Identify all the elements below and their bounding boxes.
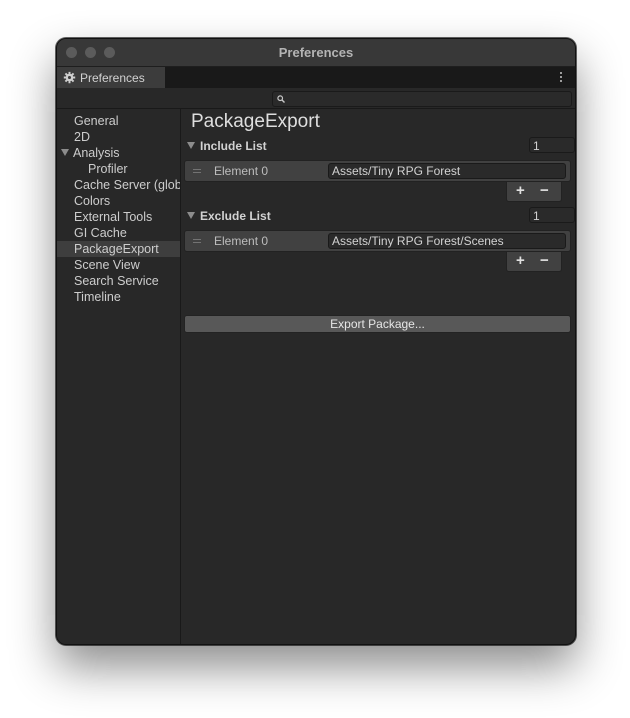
search-icon: [277, 95, 285, 103]
element-label: Element 0: [214, 234, 269, 248]
more-options-icon[interactable]: [559, 70, 563, 84]
sidebar-item-label: Analysis: [73, 146, 120, 160]
sidebar-item-analysis[interactable]: Analysis: [57, 145, 180, 161]
export-package-button[interactable]: Export Package...: [184, 315, 571, 333]
foldout-arrow-icon[interactable]: [187, 142, 195, 149]
sidebar-item-scene-view[interactable]: Scene View: [57, 257, 180, 273]
drag-handle-icon[interactable]: [193, 239, 201, 245]
search-input[interactable]: [272, 91, 572, 107]
tab-bar: Preferences: [57, 67, 575, 88]
tab-label: Preferences: [80, 70, 145, 85]
include-list-header[interactable]: Include List 1: [187, 137, 575, 154]
drag-handle-icon[interactable]: [193, 169, 201, 175]
expand-arrow-icon[interactable]: [61, 149, 69, 156]
remove-element-button[interactable]: −: [540, 252, 549, 269]
sidebar-item-profiler[interactable]: Profiler: [57, 161, 180, 177]
element-label: Element 0: [214, 164, 269, 178]
sidebar-item-general[interactable]: General: [57, 113, 180, 129]
add-element-button[interactable]: +: [516, 252, 525, 269]
sidebar-item-timeline[interactable]: Timeline: [57, 289, 180, 305]
include-element-field[interactable]: Assets/Tiny RPG Forest: [328, 163, 566, 179]
sidebar-item-external-tools[interactable]: External Tools: [57, 209, 180, 225]
exclude-list-size-field[interactable]: 1: [529, 207, 575, 223]
foldout-arrow-icon[interactable]: [187, 212, 195, 219]
exclude-list-element: Element 0 Assets/Tiny RPG Forest/Scenes: [184, 230, 571, 252]
exclude-element-field[interactable]: Assets/Tiny RPG Forest/Scenes: [328, 233, 566, 249]
window-title: Preferences: [278, 45, 354, 60]
sidebar: General 2D Analysis Profiler Cache Serve…: [57, 109, 181, 644]
remove-element-button[interactable]: −: [540, 182, 549, 199]
sidebar-item-packageexport[interactable]: PackageExport: [57, 241, 180, 257]
exclude-list-header[interactable]: Exclude List 1: [187, 207, 575, 224]
include-list-label: Include List: [200, 139, 267, 153]
exclude-list-footer: + −: [506, 252, 562, 272]
page-title: PackageExport: [191, 111, 320, 132]
include-list-element: Element 0 Assets/Tiny RPG Forest: [184, 160, 571, 182]
sidebar-item-search-service[interactable]: Search Service: [57, 273, 180, 289]
include-list-size-field[interactable]: 1: [529, 137, 575, 153]
preferences-window: Preferences Preferences General 2D Analy…: [56, 38, 576, 645]
toolbar: [57, 88, 575, 109]
sidebar-item-colors[interactable]: Colors: [57, 193, 180, 209]
sidebar-item-cache-server[interactable]: Cache Server (global): [57, 177, 180, 193]
title-bar[interactable]: Preferences: [57, 39, 575, 67]
add-element-button[interactable]: +: [516, 182, 525, 199]
exclude-list-label: Exclude List: [200, 209, 271, 223]
include-list-footer: + −: [506, 182, 562, 202]
main-panel: PackageExport Include List 1 Element 0 A…: [181, 109, 575, 644]
sidebar-item-2d[interactable]: 2D: [57, 129, 180, 145]
sidebar-item-gi-cache[interactable]: GI Cache: [57, 225, 180, 241]
tab-preferences[interactable]: Preferences: [57, 67, 165, 88]
gear-icon: [63, 71, 76, 84]
